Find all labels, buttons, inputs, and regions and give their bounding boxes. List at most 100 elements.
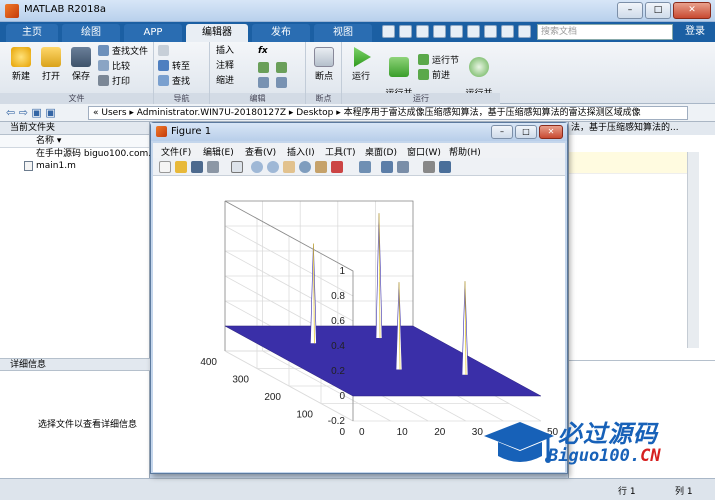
new-figure-icon[interactable] bbox=[159, 161, 171, 173]
m-file-icon bbox=[24, 161, 33, 171]
comment-button[interactable]: 注释 bbox=[216, 60, 234, 73]
z-tick-label: 0.8 bbox=[331, 291, 345, 302]
fx-button[interactable]: fx bbox=[258, 45, 268, 58]
y-tick-label: 0 bbox=[339, 427, 345, 438]
z-tick-label: 0.2 bbox=[331, 366, 345, 377]
uncomment-icon[interactable] bbox=[276, 62, 287, 73]
tab-view[interactable]: 视图 bbox=[314, 24, 372, 42]
printer-icon bbox=[98, 75, 109, 86]
menu-insert[interactable]: 插入(I) bbox=[287, 145, 315, 158]
address-bar: ⇦ ⇨ ▣ ▣ « Users ▸ Administrator.WIN7U-20… bbox=[0, 104, 715, 122]
minimize-button[interactable]: – bbox=[617, 2, 643, 19]
help-icon[interactable] bbox=[501, 25, 514, 38]
hide-tools-icon[interactable] bbox=[423, 161, 435, 173]
nav-back-button[interactable] bbox=[158, 45, 172, 58]
find-icon bbox=[158, 75, 169, 86]
paste-icon[interactable] bbox=[433, 25, 446, 38]
open-button[interactable]: 打开 bbox=[36, 47, 66, 82]
find-files-icon bbox=[98, 45, 109, 56]
indent-button[interactable]: 缩进 bbox=[216, 75, 234, 88]
search-input[interactable]: 搜索文档 bbox=[537, 24, 673, 40]
goto-icon bbox=[158, 60, 169, 71]
close-button[interactable]: ✕ bbox=[673, 2, 711, 19]
nav-arrows-icon[interactable]: ⇦ ⇨ ▣ ▣ bbox=[6, 106, 56, 119]
matlab-logo-icon bbox=[5, 4, 19, 18]
details-title: 详细信息 bbox=[0, 358, 150, 371]
x-tick-label: 20 bbox=[434, 427, 446, 438]
print-button[interactable]: 打印 bbox=[98, 75, 130, 88]
menu-view[interactable]: 查看(V) bbox=[245, 145, 276, 158]
zoom-out-icon[interactable] bbox=[267, 161, 279, 173]
edit-group-label: 编辑 bbox=[210, 93, 305, 104]
compare-button[interactable]: 比较 bbox=[98, 60, 130, 73]
menu-edit[interactable]: 编辑(E) bbox=[203, 145, 234, 158]
navigate-group: 转至 查找 导航 bbox=[154, 42, 210, 104]
save-icon[interactable] bbox=[382, 25, 395, 38]
tab-plots[interactable]: 绘图 bbox=[62, 24, 120, 42]
menu-window[interactable]: 窗口(W) bbox=[407, 145, 441, 158]
pointer-icon[interactable] bbox=[231, 161, 243, 173]
maximize-button[interactable]: □ bbox=[645, 2, 671, 19]
breakpoints-group-label: 断点 bbox=[306, 93, 341, 104]
tab-home[interactable]: 主页 bbox=[6, 24, 58, 42]
figure-close-button[interactable]: ✕ bbox=[539, 125, 563, 139]
colorbar-icon[interactable] bbox=[381, 161, 393, 173]
dock-figure-icon[interactable] bbox=[439, 161, 451, 173]
file-item[interactable]: main1.m bbox=[0, 160, 149, 172]
switch-window-icon[interactable] bbox=[484, 25, 497, 38]
z-tick-label: -0.2 bbox=[328, 416, 346, 427]
smart-indent-icon[interactable] bbox=[258, 77, 269, 88]
save-figure-icon[interactable] bbox=[191, 161, 203, 173]
pan-icon[interactable] bbox=[283, 161, 295, 173]
legend-icon[interactable] bbox=[397, 161, 409, 173]
menu-tools[interactable]: 工具(T) bbox=[325, 145, 356, 158]
y-tick-label: 200 bbox=[264, 392, 281, 403]
zoom-in-icon[interactable] bbox=[251, 161, 263, 173]
current-path[interactable]: « Users ▸ Administrator.WIN7U-20180127Z … bbox=[88, 106, 688, 120]
navigate-group-label: 导航 bbox=[154, 93, 209, 104]
login-button[interactable]: 登录 bbox=[680, 24, 710, 40]
tab-publish[interactable]: 发布 bbox=[252, 24, 310, 42]
tab-editor[interactable]: 编辑器 bbox=[186, 24, 248, 42]
redo-icon[interactable] bbox=[467, 25, 480, 38]
insert-button[interactable]: 插入 bbox=[216, 45, 234, 58]
save-button[interactable]: 保存 bbox=[66, 47, 96, 82]
cut-icon[interactable] bbox=[399, 25, 412, 38]
find-files-button[interactable]: 查找文件 bbox=[98, 45, 148, 58]
link-plot-icon[interactable] bbox=[359, 161, 371, 173]
dropdown-icon[interactable] bbox=[518, 25, 531, 38]
advance-icon bbox=[418, 69, 429, 80]
stopwatch-icon bbox=[469, 57, 489, 77]
copy-icon[interactable] bbox=[416, 25, 429, 38]
run-button[interactable]: 运行 bbox=[346, 47, 376, 82]
current-folder-panel: 当前文件夹 名称 ▾ 在手中源码 biguo100.com.txt main1.… bbox=[0, 122, 164, 478]
goto-button[interactable]: 转至 bbox=[158, 60, 190, 73]
menu-file[interactable]: 文件(F) bbox=[161, 145, 191, 158]
figure-minimize-button[interactable]: – bbox=[491, 125, 513, 139]
find-button[interactable]: 查找 bbox=[158, 75, 190, 88]
advance-button[interactable]: 前进 bbox=[418, 69, 450, 82]
undo-icon[interactable] bbox=[450, 25, 463, 38]
edit-group: 插入 fx 注释 缩进 编辑 bbox=[210, 42, 306, 104]
run-group: 运行 运行并 前进 运行节 前进 运行并 计时 运行 bbox=[342, 42, 500, 109]
rotate-3d-icon[interactable] bbox=[299, 161, 311, 173]
editor-scrollbar[interactable] bbox=[687, 152, 699, 348]
figure-maximize-button[interactable]: □ bbox=[515, 125, 537, 139]
comment-percent-icon[interactable] bbox=[258, 62, 269, 73]
run-section-button[interactable]: 运行节 bbox=[418, 54, 459, 67]
name-column-header[interactable]: 名称 ▾ bbox=[0, 135, 149, 148]
z-gridline bbox=[224, 225, 413, 297]
new-button[interactable]: 新建 bbox=[6, 47, 36, 82]
menu-desktop[interactable]: 桌面(D) bbox=[365, 145, 397, 158]
code-highlight-line bbox=[569, 152, 687, 174]
data-cursor-icon[interactable] bbox=[315, 161, 327, 173]
print-figure-icon[interactable] bbox=[207, 161, 219, 173]
file-item[interactable]: 在手中源码 biguo100.com.txt bbox=[0, 148, 164, 160]
increase-indent-icon[interactable] bbox=[276, 77, 287, 88]
brush-icon[interactable] bbox=[331, 161, 343, 173]
menu-help[interactable]: 帮助(H) bbox=[449, 145, 481, 158]
open-file-icon[interactable] bbox=[175, 161, 187, 173]
figure-title-bar: Figure 1 – □ ✕ bbox=[151, 123, 567, 141]
breakpoints-button[interactable]: 断点 bbox=[308, 47, 340, 82]
tab-apps[interactable]: APP bbox=[124, 24, 182, 42]
